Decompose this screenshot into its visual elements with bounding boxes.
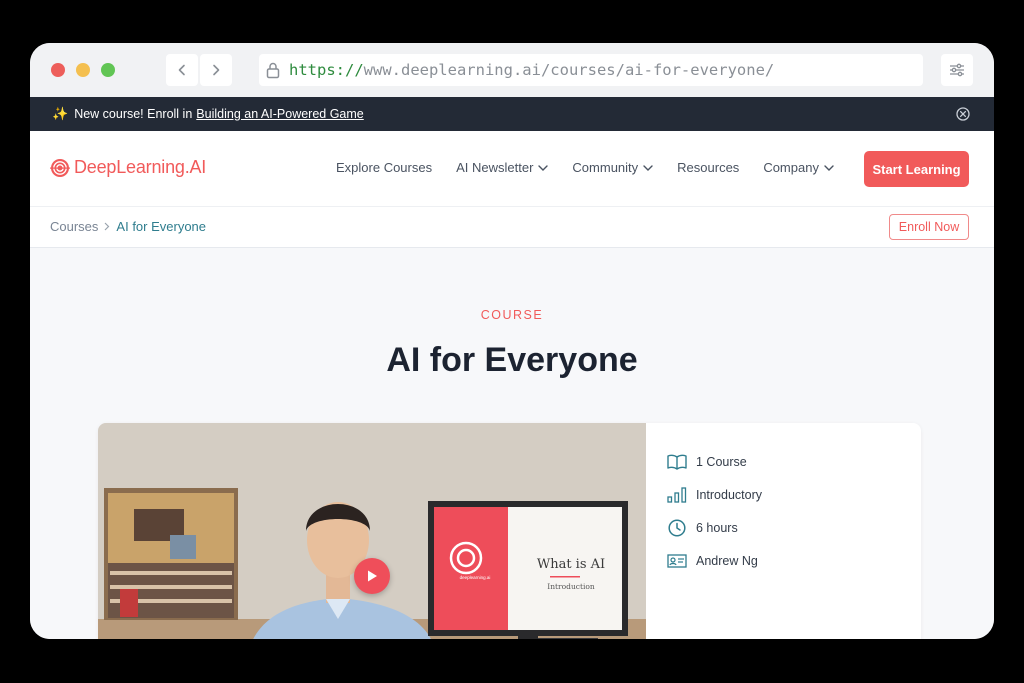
- close-window-button[interactable]: [51, 63, 65, 77]
- url-path: www.deeplearning.ai/courses/ai-for-every…: [363, 61, 775, 79]
- breadcrumb-current: AI for Everyone: [116, 219, 207, 234]
- start-learning-button[interactable]: Start Learning: [864, 151, 969, 187]
- deeplearning-logo-icon: [50, 158, 70, 177]
- id-card-icon: [666, 553, 688, 569]
- browser-toolbar: https://www.deeplearning.ai/courses/ai-f…: [30, 43, 994, 97]
- chevron-down-icon: [824, 164, 834, 171]
- url-scheme: https://: [289, 61, 364, 79]
- page-title: AI for Everyone: [386, 341, 638, 379]
- nav-label: Community: [572, 160, 639, 175]
- slide-subtitle: Introduction: [547, 582, 595, 591]
- slide-brand: deeplearning.ai: [459, 575, 491, 580]
- address-bar[interactable]: https://www.deeplearning.ai/courses/ai-f…: [259, 54, 923, 86]
- course-video[interactable]: deeplearning.ai What is AI Introduction: [98, 423, 646, 639]
- minimize-window-button[interactable]: [76, 63, 90, 77]
- fact-duration: 6 hours: [666, 511, 762, 544]
- sparkles-icon: ✨: [52, 106, 69, 121]
- clock-icon: [666, 518, 688, 537]
- announcement-text: New course! Enroll in: [74, 107, 193, 121]
- breadcrumb: Courses AI for Everyone: [50, 219, 206, 234]
- lock-icon: [265, 61, 281, 79]
- breadcrumb-bar: Courses AI for Everyone Enroll Now: [30, 207, 994, 248]
- course-hero: COURSE AI for Everyone deeplearning.ai W…: [30, 248, 994, 639]
- forward-button[interactable]: [200, 54, 232, 86]
- enroll-now-button[interactable]: Enroll Now: [889, 214, 969, 240]
- announcement-bar: ✨ New course! Enroll in Building an AI-P…: [30, 97, 994, 131]
- sliders-icon: [950, 63, 964, 77]
- announcement-link[interactable]: Building an AI-Powered Game: [196, 107, 363, 121]
- play-icon: [368, 570, 377, 582]
- nav-label: Resources: [677, 160, 740, 175]
- fact-level-text: Introductory: [696, 487, 763, 502]
- slide-title: What is AI: [536, 557, 606, 572]
- fact-courses: 1 Course: [666, 445, 762, 478]
- course-facts: 1 Course Introductory 6 hours Andrew Ng: [666, 445, 762, 577]
- book-icon: [666, 454, 688, 470]
- main-nav: Explore Courses AI Newsletter Community …: [336, 160, 858, 175]
- chevron-right-icon: [213, 64, 220, 76]
- logo-text: DeepLearning.AI: [74, 157, 207, 177]
- fact-level: Introductory: [666, 478, 762, 511]
- nav-label: AI Newsletter: [456, 160, 534, 175]
- site-header: DeepLearning.AI Explore Courses AI Newsl…: [30, 131, 994, 207]
- chevron-left-icon: [178, 64, 185, 76]
- course-eyebrow: COURSE: [480, 308, 544, 322]
- play-button[interactable]: [354, 558, 390, 594]
- back-button[interactable]: [166, 54, 198, 86]
- fact-instructor: Andrew Ng: [666, 544, 762, 577]
- nav-community[interactable]: Community: [572, 160, 653, 175]
- nav-explore-courses[interactable]: Explore Courses: [336, 160, 432, 175]
- chevron-right-icon: [104, 222, 110, 231]
- nav-resources[interactable]: Resources: [677, 160, 739, 175]
- announcement-close-button[interactable]: [956, 107, 970, 121]
- maximize-window-button[interactable]: [101, 63, 115, 77]
- fact-duration-text: 6 hours: [696, 520, 738, 535]
- fact-instructor-text: Andrew Ng: [696, 553, 758, 568]
- close-circle-icon: [956, 107, 970, 121]
- breadcrumb-courses[interactable]: Courses: [50, 219, 98, 234]
- url-text: https://www.deeplearning.ai/courses/ai-f…: [289, 61, 774, 79]
- settings-button[interactable]: [941, 54, 973, 86]
- video-frame-illustration: [98, 423, 646, 639]
- nav-label: Explore Courses: [336, 160, 433, 175]
- nav-label: Company: [763, 160, 819, 175]
- chevron-down-icon: [643, 164, 653, 171]
- site-logo[interactable]: DeepLearning.AI: [50, 157, 206, 178]
- browser-window: https://www.deeplearning.ai/courses/ai-f…: [30, 43, 994, 639]
- bar-chart-icon: [666, 486, 688, 503]
- chevron-down-icon: [538, 164, 549, 171]
- fact-courses-text: 1 Course: [696, 454, 747, 469]
- nav-ai-newsletter[interactable]: AI Newsletter: [456, 160, 549, 175]
- nav-company[interactable]: Company: [763, 160, 834, 175]
- course-card: deeplearning.ai What is AI Introduction …: [98, 423, 921, 639]
